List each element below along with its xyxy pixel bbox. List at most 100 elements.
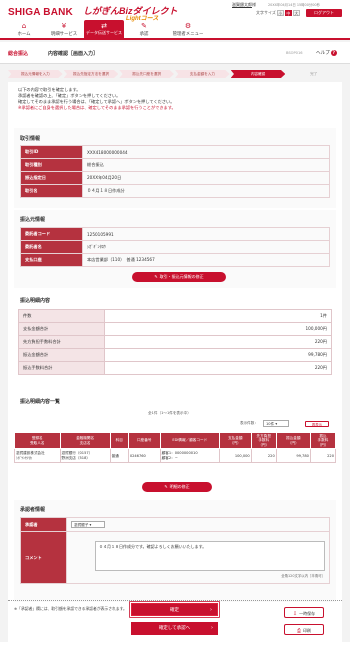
chevron-right-icon: ›: [211, 625, 213, 631]
bank-logo[interactable]: SHIGA BANK: [8, 7, 73, 18]
payee-cell: 滋賀建設株式会社 ｼｶﾞｹﾝｾﾂ(ｶ: [14, 448, 61, 464]
comment-key: コメント: [20, 531, 67, 584]
col-header: 振込金額 （円）: [275, 431, 311, 450]
row-value: 100,000円: [104, 322, 332, 336]
font-size-medium-button[interactable]: 中: [284, 10, 292, 16]
step-5-current: 内容確認: [230, 70, 286, 78]
transaction-title: 取引情報: [20, 136, 41, 142]
row-key: 取引種別: [20, 158, 83, 172]
font-size-large-button[interactable]: 大: [292, 10, 300, 16]
col-header: 登録名 受取人名: [14, 431, 61, 450]
confirm-and-approve-button[interactable]: 確定して承認へ ›: [131, 622, 218, 635]
per-page-select[interactable]: 10件 ▾: [263, 420, 289, 427]
step-6: 完了: [286, 70, 342, 78]
nav-home[interactable]: ⌂ ホーム: [4, 20, 44, 40]
nav-approval-label: 承認: [139, 32, 149, 37]
nav-data-transfer-label: データ伝送サービス: [86, 30, 122, 35]
detail-list-title: 振込明細内容一覧: [20, 399, 61, 405]
summary-table: 件数 1件 支払金額合計 100,000円 先方負担手数料合計 220円 振込金額合計…: [18, 309, 332, 375]
col-header: EDI情報／顧客コード: [159, 431, 220, 450]
nav-data-transfer[interactable]: ⇄ データ伝送サービス: [84, 20, 124, 40]
col-header: 支払金額 （円）: [218, 431, 252, 450]
step-3: 振込先口座を選択: [119, 70, 175, 78]
row-key: 振込金額合計: [18, 348, 105, 362]
row-value: 1件: [104, 309, 332, 323]
account-type: 普通: [109, 448, 129, 464]
col-header: 先方負担 手数料 （円）: [250, 431, 277, 450]
comment-cell: ０４月１８日作成分です。確認よろしくお願いいたします。 全角120文字以内［半角…: [66, 531, 330, 584]
screen-code: BSOP016: [286, 51, 303, 55]
nav-statement-label: 明細サービス: [50, 32, 78, 37]
pay-amount: 100,000: [218, 448, 252, 464]
table-row: 支払金額合計 100,000円: [18, 322, 332, 336]
approver-value: 滋賀銀子: [74, 523, 89, 527]
approver-title: 承認者情報: [20, 507, 46, 513]
table-row: 取引ID XXX418000000044: [20, 145, 330, 159]
temp-save-label: 一時保存: [299, 611, 316, 616]
page: SHIGA BANK しがぎんBizダイレクト Lightコース 滋賀銀太郎様 …: [0, 0, 350, 669]
edit-source-button[interactable]: ✎ 取引・振込元情報の修正: [132, 272, 226, 282]
record-count: 全1件（1〜1件を表示中）: [148, 411, 191, 415]
print-label: 印刷: [303, 628, 311, 633]
temp-save-button[interactable]: ⇩ 一時保存: [284, 607, 324, 618]
pencil-icon: ✎: [164, 484, 168, 489]
row-key: 先方負担手数料合計: [18, 335, 105, 349]
footer: [0, 642, 350, 669]
row-value: 総合振込: [82, 158, 330, 172]
row-value: 本店営業部（110） 普通 1234567: [82, 253, 330, 267]
table-row: 取引名 ０４月１８日作成分: [20, 184, 330, 198]
edit-source-label: 取引・振込元情報の修正: [159, 274, 204, 279]
bank-cell: 滋賀銀行（0157） 野洲支店（518）: [59, 448, 111, 464]
summary-title: 振込明細内容: [20, 298, 51, 304]
table-header-row: 登録名 受取人名 金融機関名 支店名 科目 口座番号 EDI情報／顧客コード 支…: [14, 431, 337, 450]
manage-icon: ⚙: [184, 22, 192, 30]
transfer-amount: 99,780: [275, 448, 311, 464]
global-nav: ⌂ ホーム ¥ 明細サービス ⇄ データ伝送サービス ✎ 承認 ⚙ 管理者メニュ…: [0, 20, 350, 40]
comment-char-limit: 全角120文字以内［半角可］: [281, 574, 325, 578]
table-row: コメント ０４月１８日作成分です。確認よろしくお願いいたします。 全角120文字…: [20, 531, 330, 584]
redisplay-button[interactable]: 再表示: [305, 421, 329, 427]
nav-statement[interactable]: ¥ 明細サービス: [44, 20, 84, 40]
row-value: 99,780円: [104, 348, 332, 362]
edit-detail-button[interactable]: ✎ 明細の修正: [142, 482, 212, 492]
approver-select[interactable]: 滋賀銀子 ▾: [71, 521, 105, 528]
print-button[interactable]: ⎙ 印刷: [284, 624, 324, 635]
font-size-small-button[interactable]: 小: [276, 10, 284, 16]
intro-text: 以下の内容で取引を確定します。 承認者を確認の上、「確定」ボタンを押してください…: [18, 87, 176, 111]
step-4: 支払金額を入力: [175, 70, 230, 78]
source-table: 委託者コード 1250105991 委託者名 ｼｶﾞｷﾞﾝﾀﾛｳ 支払口座 本店営業部…: [20, 227, 330, 267]
header: SHIGA BANK しがぎんBizダイレクト Lightコース 滋賀銀太郎様 …: [0, 0, 350, 40]
page-category: 総合振込: [8, 51, 29, 57]
user-label: 滋賀銀太郎: [232, 2, 252, 7]
yen-icon: ¥: [61, 22, 67, 30]
comment-textarea[interactable]: ０４月１８日作成分です。確認よろしくお願いいたします。: [95, 541, 325, 571]
progress-steps: 振込元情報を入力 振込先指定方法を選択 振込先口座を選択 支払金額を入力 内容確…: [8, 70, 342, 78]
per-page-value: 10件: [266, 422, 275, 426]
table-row: 振込指定日 20XX年04月20日: [20, 171, 330, 185]
row-value: ０４月１８日作成分: [82, 184, 330, 198]
row-value: 220円: [104, 361, 332, 375]
nav-approval[interactable]: ✎ 承認: [124, 20, 164, 40]
logout-button[interactable]: ログアウト: [306, 9, 342, 17]
approver-key: 承認者: [20, 517, 67, 532]
transaction-table: 取引ID XXX418000000044 取引種別 総合振込 振込指定日 20XX年0…: [20, 145, 330, 198]
per-page-label: 表示件数：: [240, 421, 258, 425]
table-row: 件数 1件: [18, 309, 332, 323]
nav-home-label: ホーム: [17, 32, 31, 37]
col-header: 金融機関名 支店名: [59, 431, 111, 450]
col-header: 口座番号: [127, 431, 161, 450]
col-header: 科目: [109, 431, 129, 450]
confirm-button[interactable]: 確定 ›: [131, 603, 218, 616]
confirm-approve-label: 確定して承認へ: [158, 626, 191, 631]
table-row: 先方負担手数料合計 220円: [18, 335, 332, 349]
help-link[interactable]: ヘルプ?: [316, 50, 337, 56]
divider: [8, 600, 342, 601]
row-value: 220円: [104, 335, 332, 349]
font-size-label: 文字サイズ: [256, 10, 276, 15]
row-value: ｼｶﾞｷﾞﾝﾀﾛｳ: [82, 240, 330, 254]
approval-icon: ✎: [141, 22, 147, 30]
transfer-icon: ⇄: [101, 22, 107, 30]
table-row: 承認者 滋賀銀子 ▾: [20, 517, 330, 532]
nav-admin[interactable]: ⚙ 管理者メニュー: [164, 20, 212, 40]
branch-name: 野洲支店（518）: [61, 455, 90, 460]
